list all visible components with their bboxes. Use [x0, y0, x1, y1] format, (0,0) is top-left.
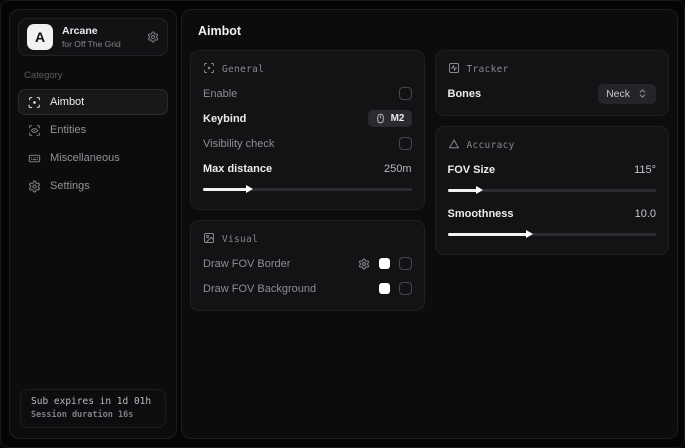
sidebar-item-entities[interactable]: Entities — [18, 117, 168, 143]
general-card-header: General — [203, 62, 412, 77]
gear-icon[interactable] — [147, 31, 159, 43]
accuracy-card-header: Accuracy — [448, 138, 657, 153]
bones-label: Bones — [448, 88, 482, 100]
sidebar-nav: Aimbot Entities Miscellaneous Settings — [18, 89, 168, 199]
mouse-icon — [375, 113, 386, 124]
sidebar-item-miscellaneous[interactable]: Miscellaneous — [18, 145, 168, 171]
triangle-icon — [448, 138, 460, 153]
card-title: Visual — [222, 234, 258, 245]
chevrons-up-down-icon — [637, 88, 648, 99]
keybind-value: M2 — [391, 113, 405, 124]
tracker-card-header: Tracker — [448, 62, 657, 77]
visibility-check-checkbox[interactable] — [399, 137, 412, 150]
app-identity: Arcane for Off The Grid — [62, 25, 121, 49]
fov-border-color-swatch[interactable] — [379, 258, 390, 269]
draw-fov-border-checkbox[interactable] — [399, 257, 412, 270]
smoothness-label: Smoothness — [448, 208, 514, 220]
card-title: Tracker — [467, 64, 509, 75]
sidebar-item-aimbot[interactable]: Aimbot — [18, 89, 168, 115]
enable-checkbox[interactable] — [399, 87, 412, 100]
smoothness-slider[interactable] — [448, 229, 657, 240]
app-logo-card: A Arcane for Off The Grid — [18, 18, 168, 56]
keyboard-icon — [28, 152, 41, 165]
fov-background-color-swatch[interactable] — [379, 283, 390, 294]
max-distance-row: Max distance 250m — [203, 158, 412, 179]
smoothness-row: Smoothness 10.0 — [448, 203, 657, 224]
image-icon — [203, 232, 215, 247]
fov-size-row: FOV Size 115° — [448, 159, 657, 180]
enable-label: Enable — [203, 88, 237, 100]
fov-size-value: 115° — [634, 164, 656, 176]
bones-select[interactable]: Neck — [598, 84, 656, 104]
draw-fov-background-checkbox[interactable] — [399, 282, 412, 295]
keybind-row: Keybind M2 — [203, 108, 412, 129]
sidebar-item-label: Aimbot — [50, 96, 84, 108]
sidebar-item-label: Settings — [50, 180, 90, 192]
max-distance-value: 250m — [384, 163, 412, 175]
page-title: Aimbot — [182, 10, 677, 50]
card-title: General — [222, 64, 264, 75]
crosshair-scan-icon — [28, 96, 41, 109]
visual-card-header: Visual — [203, 232, 412, 247]
crosshair-scan-icon — [203, 62, 215, 77]
accuracy-card: Accuracy FOV Size 115° Smoothness — [435, 126, 670, 255]
sub-expiry-text: Sub expires in 1d 01h — [31, 396, 155, 407]
tracker-card: Tracker Bones Neck — [435, 50, 670, 116]
draw-fov-border-row: Draw FOV Border — [203, 253, 412, 274]
draw-fov-background-row: Draw FOV Background — [203, 278, 412, 299]
max-distance-slider[interactable] — [203, 184, 412, 195]
general-card: General Enable Keybind — [190, 50, 425, 210]
session-info-box: Sub expires in 1d 01h Session duration 1… — [20, 389, 166, 428]
card-title: Accuracy — [467, 140, 515, 151]
gear-icon — [28, 180, 41, 193]
visibility-check-label: Visibility check — [203, 138, 274, 150]
keybind-label: Keybind — [203, 113, 246, 125]
sidebar-item-label: Miscellaneous — [50, 152, 120, 164]
fov-size-label: FOV Size — [448, 164, 496, 176]
scan-eye-icon — [28, 124, 41, 137]
card-columns: General Enable Keybind — [182, 50, 677, 311]
sidebar-item-label: Entities — [50, 124, 86, 136]
draw-fov-background-label: Draw FOV Background — [203, 283, 316, 295]
slider-fill[interactable] — [448, 189, 477, 192]
session-duration-text: Session duration 16s — [31, 410, 155, 420]
draw-fov-border-label: Draw FOV Border — [203, 258, 290, 270]
bones-value: Neck — [606, 88, 630, 100]
slider-fill[interactable] — [448, 233, 527, 236]
right-column: Tracker Bones Neck — [435, 50, 670, 311]
max-distance-label: Max distance — [203, 163, 272, 175]
fov-size-slider[interactable] — [448, 185, 657, 196]
slider-fill[interactable] — [203, 188, 247, 191]
left-column: General Enable Keybind — [190, 50, 425, 311]
app-tagline: for Off The Grid — [62, 39, 121, 49]
sidebar: A Arcane for Off The Grid Category Aimbo… — [9, 9, 177, 439]
app-name: Arcane — [62, 25, 121, 37]
keybind-button[interactable]: M2 — [368, 110, 412, 127]
smoothness-value: 10.0 — [635, 208, 656, 220]
main-panel: Aimbot General Enable — [181, 9, 678, 439]
activity-icon — [448, 62, 460, 77]
gear-icon[interactable] — [358, 258, 370, 270]
enable-row: Enable — [203, 83, 412, 104]
category-label: Category — [24, 70, 162, 81]
app-window: A Arcane for Off The Grid Category Aimbo… — [0, 0, 685, 448]
bones-row: Bones Neck — [448, 83, 657, 104]
visual-card: Visual Draw FOV Border — [190, 220, 425, 311]
visibility-check-row: Visibility check — [203, 133, 412, 154]
sidebar-item-settings[interactable]: Settings — [18, 173, 168, 199]
app-logo: A — [27, 24, 53, 50]
